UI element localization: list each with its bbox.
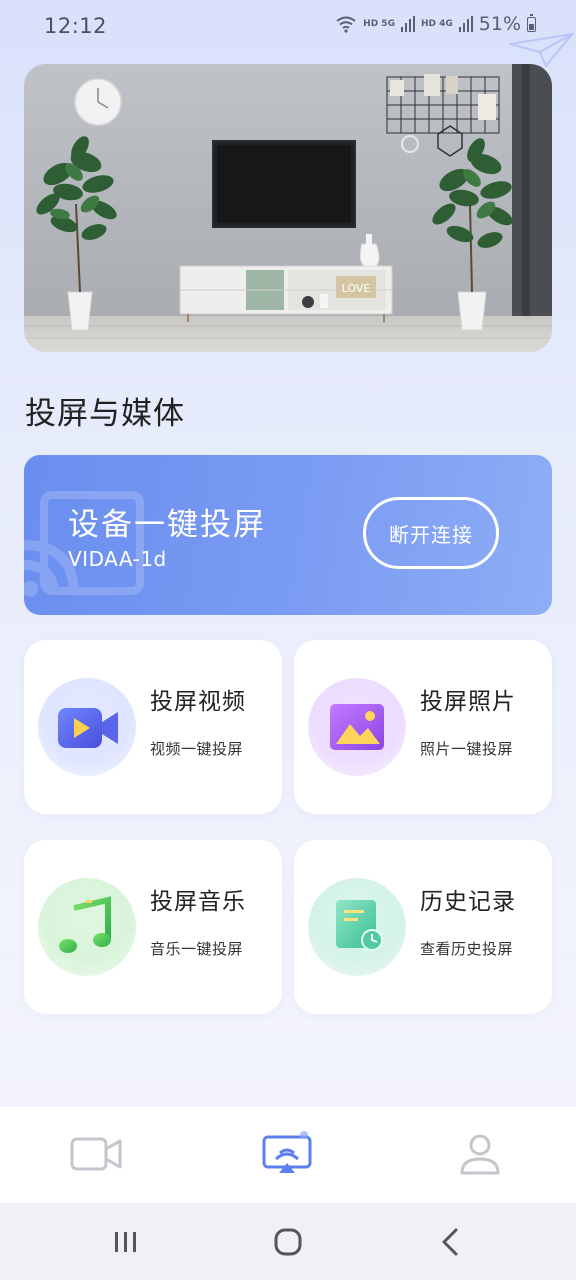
card-title: 历史记录 [420,889,516,915]
recent-apps-button[interactable] [112,1229,140,1259]
status-time: 12:12 [44,14,108,38]
disconnect-button[interactable]: 断开连接 [363,497,499,569]
icon-circle [38,878,136,976]
card-title: 投屏照片 [420,689,516,715]
card-subtitle: 查看历史投屏 [420,940,514,958]
back-button[interactable] [438,1227,462,1261]
card-subtitle: 音乐一键投屏 [150,940,244,958]
network-5g-label: HD 5G [363,18,395,29]
history-document-icon [336,900,383,951]
section-title: 投屏与媒体 [25,396,185,432]
home-icon [274,1228,302,1256]
hero-banner-image: LOVE [24,64,552,352]
music-note-icon [59,896,111,953]
card-title: 投屏视频 [150,689,246,715]
cast-video-card[interactable]: 投屏视频 视频一键投屏 [24,640,282,814]
video-camera-outline-icon [70,1137,122,1171]
signal-icon [458,16,473,32]
card-subtitle: 视频一键投屏 [150,740,244,758]
wifi-icon [336,16,356,33]
card-title: 投屏音乐 [150,889,246,915]
icon-circle [38,678,136,776]
screen-cast-icon [262,1131,312,1173]
video-camera-icon [58,708,118,748]
recent-apps-icon [115,1232,136,1252]
bottom-navigation [0,1107,576,1203]
image-icon [330,704,384,750]
connected-device-name: VIDAA-1d [68,547,167,571]
nav-video-tab[interactable] [70,1133,122,1179]
cast-device-banner[interactable]: 设备一键投屏 VIDAA-1d 断开连接 [24,455,552,615]
love-sign-text: LOVE [342,282,371,295]
history-card[interactable]: 历史记录 查看历史投屏 [294,840,552,1014]
icon-circle [308,678,406,776]
nav-cast-tab[interactable] [262,1131,314,1179]
home-button[interactable] [273,1227,303,1261]
cast-music-card[interactable]: 投屏音乐 音乐一键投屏 [24,840,282,1014]
network-4g-label: HD 4G [420,18,453,29]
cast-photo-card[interactable]: 投屏照片 照片一键投屏 [294,640,552,814]
icon-circle [308,878,406,976]
banner-title: 设备一键投屏 [68,507,266,543]
back-icon [442,1228,458,1256]
nav-profile-tab[interactable] [458,1133,502,1181]
user-profile-icon [460,1134,500,1175]
living-room-tv-illustration: LOVE [24,64,552,352]
status-bar: 12:12 HD 5G HD 4G 51% [0,0,576,68]
card-subtitle: 照片一键投屏 [420,740,514,758]
signal-icon [400,16,415,32]
system-navigation-bar [0,1203,576,1280]
